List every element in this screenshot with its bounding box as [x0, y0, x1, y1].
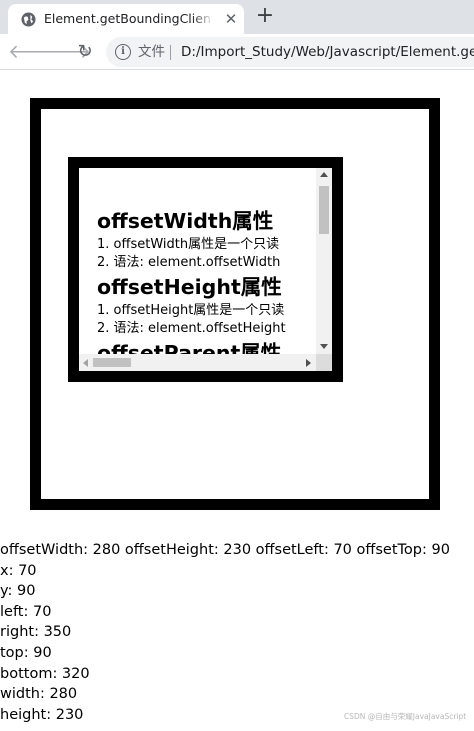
- scroll-right-arrow-icon[interactable]: [306, 359, 311, 367]
- tab-title: Element.getBoundingClientRect: [44, 11, 212, 26]
- section-heading-offsetwidth: offsetWidth属性: [97, 209, 274, 233]
- output-text: offsetWidth: 280 offsetHeight: 230 offse…: [0, 540, 474, 725]
- browser-tab[interactable]: Element.getBoundingClientRect ✕: [8, 4, 244, 34]
- output-line: width: 280: [0, 686, 78, 703]
- output-line: bottom: 320: [0, 665, 90, 682]
- url-text[interactable]: D:/Import_Study/Web/Javascript/Element.g…: [181, 43, 474, 61]
- scroll-down-arrow-icon[interactable]: [320, 344, 328, 349]
- section-line: 1. offsetHeight属性是一个只读: [97, 303, 285, 318]
- close-icon[interactable]: ✕: [222, 10, 240, 28]
- forward-arrow-icon[interactable]: 🡒: [40, 39, 91, 65]
- horizontal-scroll-thumb[interactable]: [93, 358, 131, 367]
- inner-scroll-box[interactable]: offsetWidth属性 1. offsetWidth属性是一个只读 2. 语…: [68, 157, 343, 382]
- inner-content: offsetWidth属性 1. offsetWidth属性是一个只读 2. 语…: [79, 168, 315, 354]
- globe-icon: [21, 12, 36, 27]
- section-line: 2. 语法: element.offsetWidth: [97, 255, 281, 270]
- output-line: top: 90: [0, 644, 52, 661]
- new-tab-button[interactable]: +: [252, 4, 278, 30]
- address-bar[interactable]: i 文件 D:/Import_Study/Web/Javascript/Elem…: [106, 37, 474, 67]
- output-line: left: 70: [0, 603, 52, 620]
- watermark: CSDN @自由与荣耀JavaJavaScript: [344, 712, 467, 721]
- scroll-left-arrow-icon[interactable]: [83, 359, 88, 367]
- output-line: right: 350: [0, 624, 72, 641]
- back-arrow-icon[interactable]: 🡐: [8, 39, 59, 65]
- horizontal-scrollbar[interactable]: [79, 354, 316, 371]
- section-line: 1. offsetWidth属性是一个只读: [97, 237, 280, 252]
- info-icon[interactable]: i: [115, 44, 131, 60]
- tab-title-fade: [192, 8, 214, 30]
- scheme-label: 文件: [138, 44, 165, 60]
- output-line: y: 90: [0, 583, 36, 600]
- tab-strip: Element.getBoundingClientRect ✕ +: [0, 0, 474, 34]
- address-separator: [170, 45, 171, 60]
- section-line: 2. 语法: element.offsetHeight: [97, 321, 286, 336]
- scrollbar-corner: [316, 354, 332, 371]
- section-heading-offsetheight: offsetHeight属性: [97, 275, 282, 299]
- output-line: offsetWidth: 280 offsetHeight: 230 offse…: [0, 542, 450, 558]
- output-line: x: 70: [0, 562, 37, 579]
- vertical-scrollbar[interactable]: [316, 168, 332, 354]
- browser-toolbar: 🡐 🡒 ↻ i 文件 D:/Import_Study/Web/Javascrip…: [0, 34, 474, 70]
- vertical-scroll-thumb[interactable]: [319, 186, 329, 234]
- section-heading-offsetparent: offsetParent属性: [97, 341, 282, 354]
- scroll-up-arrow-icon[interactable]: [320, 172, 328, 177]
- reload-icon[interactable]: ↻: [72, 39, 98, 65]
